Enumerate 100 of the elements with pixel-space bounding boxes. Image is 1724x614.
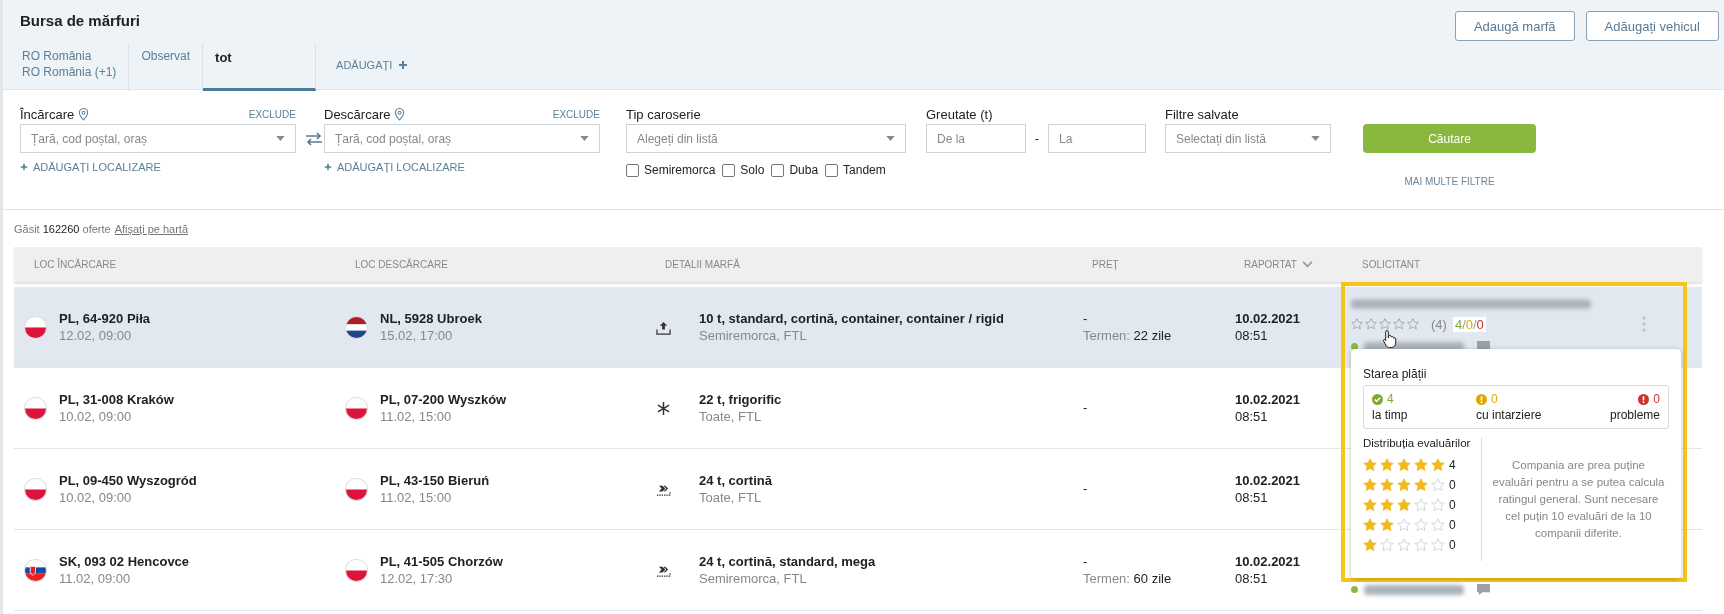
cargo-details: 24 t, cortină xyxy=(699,472,772,489)
dropdown-caret-icon xyxy=(1311,136,1320,141)
top-loading-icon xyxy=(656,319,671,335)
column-header-cell[interactable]: LOC DESCĂRCARE xyxy=(335,259,645,270)
table-row[interactable]: PL, 64-920 Piła 12.02, 09:00 NL, 5928 Ubroek 15.02, 17:00 10 t, standard, cortină, container, container / rigid Semiremorca, FTL - Termen: 22 zile 10.02.2021 08:51 (4) 4/0/0 xyxy=(14,287,1702,368)
price-value: - xyxy=(1083,553,1089,570)
reported-date: 10.02.2021 xyxy=(1235,553,1301,570)
column-header: LOC ÎNCĂRCARE xyxy=(34,259,117,270)
results-count-text: Găsit 162260 oferte xyxy=(14,223,111,237)
field-label: Încărcare xyxy=(20,106,75,122)
warning-circle-icon xyxy=(1475,393,1487,405)
tab[interactable]: tot xyxy=(203,43,317,91)
range-separator: - xyxy=(1033,131,1041,146)
column-header-cell[interactable]: RAPORTAT xyxy=(1224,259,1342,270)
place-name: SK, 093 02 Hencovce xyxy=(59,553,190,570)
flag-icon xyxy=(25,559,46,581)
header-button[interactable]: Adaugă marfă xyxy=(1454,11,1575,41)
rating-count: 0 xyxy=(1449,498,1456,512)
place-date: 11.02, 15:00 xyxy=(380,408,453,425)
tab[interactable]: Observat xyxy=(129,43,204,91)
column-header: DETALII MARFĂ xyxy=(665,259,740,270)
cargo-type: Toate, FTL xyxy=(699,489,763,506)
plus-icon xyxy=(324,163,332,171)
rating-count: 0 xyxy=(1449,538,1456,552)
place-name: PL, 41-505 Chorzów xyxy=(380,553,503,570)
header-button[interactable]: Adăugați vehicul xyxy=(1585,11,1719,41)
column-header: SOLICITANT xyxy=(1362,259,1421,270)
rating-count: 4 xyxy=(1449,458,1456,472)
checkbox-label: Solo xyxy=(740,163,765,177)
sort-chevron-icon[interactable] xyxy=(1301,261,1313,268)
rating-count: 0 xyxy=(1449,478,1456,492)
stat-label: probleme xyxy=(1609,407,1660,423)
stat-label: cu intarziere xyxy=(1475,407,1542,423)
price-value: - xyxy=(1083,310,1089,327)
weight-to-field[interactable]: La xyxy=(1048,124,1146,153)
stat-value: 0 xyxy=(1653,391,1660,407)
column-header-cell[interactable]: SOLICITANT xyxy=(1342,259,1702,270)
weight-from-field[interactable]: De la xyxy=(926,124,1026,153)
place-date: 10.02, 09:00 xyxy=(59,408,133,425)
place-name: PL, 43-150 Bieruń xyxy=(380,472,490,489)
flag-icon xyxy=(25,316,46,338)
saved-filters-select[interactable]: Selectați din listă xyxy=(1165,124,1331,153)
add-tab-button[interactable]: ADĂUGAȚI xyxy=(316,47,429,83)
checkbox[interactable] xyxy=(722,163,736,177)
distribution-title: Distribuția evaluărilor xyxy=(1363,437,1472,449)
column-header-cell[interactable]: DETALII MARFĂ xyxy=(645,259,1072,270)
stat-value: 0 xyxy=(1490,391,1498,407)
reported-date: 10.02.2021 xyxy=(1235,472,1301,489)
chat-icon[interactable] xyxy=(1476,583,1491,596)
location-select[interactable]: Țară, cod poștal, oraș xyxy=(324,124,600,153)
tab[interactable]: RO România RO România (+1) xyxy=(20,43,130,91)
column-header-cell[interactable]: LOC ÎNCĂRCARE xyxy=(14,259,335,270)
cargo-type: Toate, FTL xyxy=(699,408,763,425)
place-name: PL, 64-920 Piła xyxy=(59,310,151,327)
column-header: PREȚ xyxy=(1092,259,1119,270)
search-button[interactable]: Căutare xyxy=(1363,124,1536,153)
stat-value: 4 xyxy=(1387,391,1394,407)
swap-icon[interactable] xyxy=(305,131,323,146)
dropdown-caret-icon xyxy=(580,136,589,141)
plus-icon xyxy=(20,163,28,171)
place-date: 10.02, 09:00 xyxy=(59,489,133,506)
exclude-link[interactable]: EXCLUDE xyxy=(248,108,296,120)
flag-icon xyxy=(346,559,367,581)
flag-icon xyxy=(346,478,367,500)
show-on-map-link[interactable]: Afișați pe hartă xyxy=(114,223,188,247)
flag-icon xyxy=(346,316,367,338)
reported-time: 08:51 xyxy=(1235,327,1269,344)
location-select[interactable]: Țară, cod poștal, oraș xyxy=(20,124,296,153)
cargo-type: Semiremorca, FTL xyxy=(699,327,808,344)
exclude-link[interactable]: EXCLUDE xyxy=(552,108,600,120)
more-filters-link[interactable]: MAI MULTE FILTRE xyxy=(1404,176,1495,187)
cargo-type: Semiremorca, FTL xyxy=(699,570,808,587)
snowflake-icon xyxy=(656,400,671,416)
field-label: Greutate (t) xyxy=(926,106,993,122)
location-pin-icon xyxy=(78,107,90,121)
checkbox[interactable] xyxy=(626,163,639,177)
payment-summary[interactable]: 4/0/0 xyxy=(1452,316,1486,332)
checkbox[interactable] xyxy=(825,163,839,177)
add-location-link[interactable]: ADĂUGAȚI LOCALIZARE xyxy=(324,161,600,173)
reported-time: 08:51 xyxy=(1235,408,1269,425)
checkbox[interactable] xyxy=(771,163,785,177)
price-value: - xyxy=(1083,481,1088,497)
plus-icon xyxy=(398,60,409,70)
place-date: 12.02, 09:00 xyxy=(59,327,133,344)
place-name: PL, 31-008 Kraków xyxy=(59,391,174,408)
flag-icon xyxy=(25,478,46,500)
dropdown-caret-icon xyxy=(276,136,285,141)
column-header: LOC DESCĂRCARE xyxy=(355,259,448,270)
review-count: (4) xyxy=(1431,316,1447,332)
body-type-select[interactable]: Alegeți din listă xyxy=(626,124,906,153)
place-name: PL, 07-200 Wyszków xyxy=(380,391,507,408)
field-label: Filtre salvate xyxy=(1165,106,1239,122)
flag-icon xyxy=(346,397,367,419)
place-date: 11.02, 15:00 xyxy=(380,489,453,506)
checkbox-label: Duba xyxy=(789,163,819,177)
add-location-link[interactable]: ADĂUGAȚI LOCALIZARE xyxy=(20,161,296,173)
place-name: PL, 09-450 Wyszogród xyxy=(59,472,197,489)
flag-icon xyxy=(25,397,46,419)
checkbox-label: Tandem xyxy=(843,163,886,177)
column-header-cell[interactable]: PREȚ xyxy=(1072,259,1224,270)
